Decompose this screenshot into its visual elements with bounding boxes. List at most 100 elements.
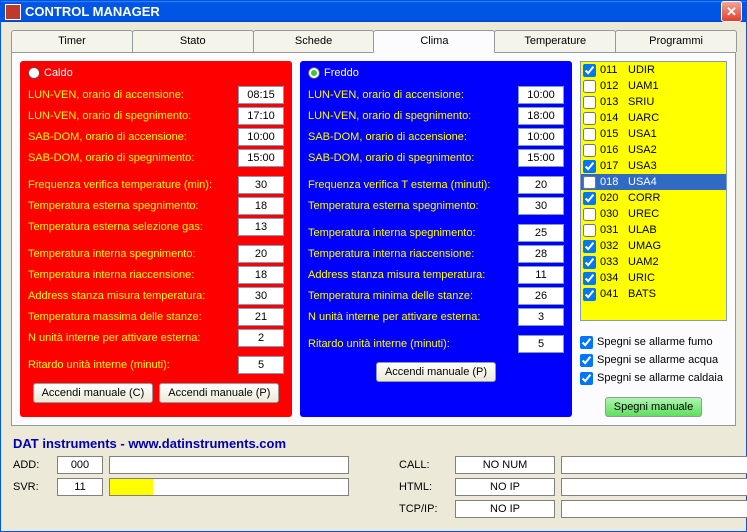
- param-row: Ritardo unità interne (minuti):5: [308, 334, 564, 354]
- tab-timer[interactable]: Timer: [11, 30, 133, 52]
- radio-freddo[interactable]: [308, 67, 320, 79]
- alarm-label: Spegni se allarme caldaia: [597, 372, 723, 384]
- list-item-checkbox[interactable]: [583, 256, 596, 269]
- tab-schede[interactable]: Schede: [253, 30, 375, 52]
- param-value[interactable]: 30: [518, 197, 564, 215]
- list-item-checkbox[interactable]: [583, 224, 596, 237]
- list-item[interactable]: 033UAM2: [581, 254, 726, 270]
- list-item-checkbox[interactable]: [583, 80, 596, 93]
- param-value[interactable]: 18: [238, 197, 284, 215]
- param-value[interactable]: 08:15: [238, 86, 284, 104]
- btn-spegni-manuale[interactable]: Spegni manuale: [605, 397, 703, 417]
- radio-caldo[interactable]: [28, 67, 40, 79]
- list-item-checkbox[interactable]: [583, 240, 596, 253]
- param-value[interactable]: 30: [238, 176, 284, 194]
- list-item[interactable]: 011UDIR: [581, 62, 726, 78]
- param-value[interactable]: 21: [238, 308, 284, 326]
- tab-clima[interactable]: Clima: [373, 30, 495, 53]
- param-value[interactable]: 10:00: [518, 86, 564, 104]
- param-value[interactable]: 18:00: [518, 107, 564, 125]
- param-label: Temperatura massima delle stanze:: [28, 311, 238, 323]
- list-item[interactable]: 016USA2: [581, 142, 726, 158]
- param-value[interactable]: 20: [518, 176, 564, 194]
- list-item-checkbox[interactable]: [583, 288, 596, 301]
- list-item[interactable]: 013SRIU: [581, 94, 726, 110]
- html-label: HTML:: [399, 481, 449, 493]
- list-item[interactable]: 015USA1: [581, 126, 726, 142]
- list-item[interactable]: 012UAM1: [581, 78, 726, 94]
- param-value[interactable]: 28: [518, 245, 564, 263]
- param-value[interactable]: 30: [238, 287, 284, 305]
- param-value[interactable]: 3: [518, 308, 564, 326]
- list-item[interactable]: 034URIC: [581, 270, 726, 286]
- param-label: Address stanza misura temperatura:: [28, 290, 238, 302]
- titlebar: CONTROL MANAGER ✕: [1, 1, 746, 22]
- alarm-label: Spegni se allarme acqua: [597, 354, 718, 366]
- param-value[interactable]: 26: [518, 287, 564, 305]
- param-value[interactable]: 10:00: [238, 128, 284, 146]
- list-item-checkbox[interactable]: [583, 96, 596, 109]
- param-row: Frequenza verifica T esterna (minuti):20: [308, 175, 564, 195]
- tab-stato[interactable]: Stato: [132, 30, 254, 52]
- list-item[interactable]: 031ULAB: [581, 222, 726, 238]
- btn-accendi-c[interactable]: Accendi manuale (C): [33, 383, 154, 403]
- main-window: CONTROL MANAGER ✕ TimerStatoSchedeClimaT…: [0, 0, 747, 532]
- tcp-extra: [561, 500, 747, 518]
- alarm-option: Spegni se allarme caldaia: [580, 369, 727, 387]
- list-item[interactable]: 032UMAG: [581, 238, 726, 254]
- list-item-checkbox[interactable]: [583, 272, 596, 285]
- list-item-checkbox[interactable]: [583, 208, 596, 221]
- btn-accendi-p-freddo[interactable]: Accendi manuale (P): [376, 362, 496, 382]
- panel-freddo-title: Freddo: [324, 67, 359, 79]
- list-item-checkbox[interactable]: [583, 64, 596, 77]
- list-item-code: 013: [600, 96, 626, 108]
- param-label: Temperatura interna riaccensione:: [28, 269, 238, 281]
- param-value[interactable]: 13: [238, 218, 284, 236]
- param-value[interactable]: 5: [238, 356, 284, 374]
- list-item[interactable]: 014UARC: [581, 110, 726, 126]
- alarm-checkbox[interactable]: [580, 372, 593, 385]
- param-row: Frequenza verifica temperature (min):30: [28, 175, 284, 195]
- list-item[interactable]: 018USA4: [581, 174, 726, 190]
- param-label: LUN-VEN, orario di spegnimento:: [308, 110, 518, 122]
- list-item-checkbox[interactable]: [583, 192, 596, 205]
- alarm-checkbox[interactable]: [580, 336, 593, 349]
- list-item[interactable]: 017USA3: [581, 158, 726, 174]
- list-item-checkbox[interactable]: [583, 144, 596, 157]
- html-extra: [561, 478, 747, 496]
- list-item[interactable]: 020CORR: [581, 190, 726, 206]
- unit-listbox[interactable]: 011UDIR012UAM1013SRIU014UARC015USA1016US…: [580, 61, 727, 321]
- param-row: Temperatura interna riaccensione:28: [308, 244, 564, 264]
- param-value[interactable]: 2: [238, 329, 284, 347]
- param-value[interactable]: 15:00: [518, 149, 564, 167]
- list-item-code: 033: [600, 256, 626, 268]
- param-value[interactable]: 20: [238, 245, 284, 263]
- param-value[interactable]: 18: [238, 266, 284, 284]
- param-row: LUN-VEN, orario di accensione:10:00: [308, 85, 564, 105]
- call-label: CALL:: [399, 459, 449, 471]
- list-item[interactable]: 041BATS: [581, 286, 726, 302]
- param-row: Temperatura esterna selezione gas:13: [28, 217, 284, 237]
- alarm-checkbox[interactable]: [580, 354, 593, 367]
- param-value[interactable]: 15:00: [238, 149, 284, 167]
- panel-freddo: Freddo LUN-VEN, orario di accensione:10:…: [300, 61, 572, 417]
- list-item[interactable]: 030UREC: [581, 206, 726, 222]
- list-item-code: 017: [600, 160, 626, 172]
- param-value[interactable]: 25: [518, 224, 564, 242]
- param-value[interactable]: 5: [518, 335, 564, 353]
- param-value[interactable]: 17:10: [238, 107, 284, 125]
- btn-accendi-p-caldo[interactable]: Accendi manuale (P): [159, 383, 279, 403]
- list-item-code: 018: [600, 176, 626, 188]
- tab-programmi[interactable]: Programmi: [615, 30, 737, 52]
- list-item-checkbox[interactable]: [583, 160, 596, 173]
- list-item-checkbox[interactable]: [583, 128, 596, 141]
- list-item-checkbox[interactable]: [583, 112, 596, 125]
- param-value[interactable]: 10:00: [518, 128, 564, 146]
- tab-body-clima: Caldo LUN-VEN, orario di accensione:08:1…: [11, 52, 736, 426]
- tab-temperature[interactable]: Temperature: [494, 30, 616, 52]
- param-label: Temperatura minima delle stanze:: [308, 290, 518, 302]
- close-button[interactable]: ✕: [721, 1, 742, 22]
- param-value[interactable]: 11: [518, 266, 564, 284]
- list-item-checkbox[interactable]: [583, 176, 596, 189]
- html-value: NO IP: [455, 478, 555, 496]
